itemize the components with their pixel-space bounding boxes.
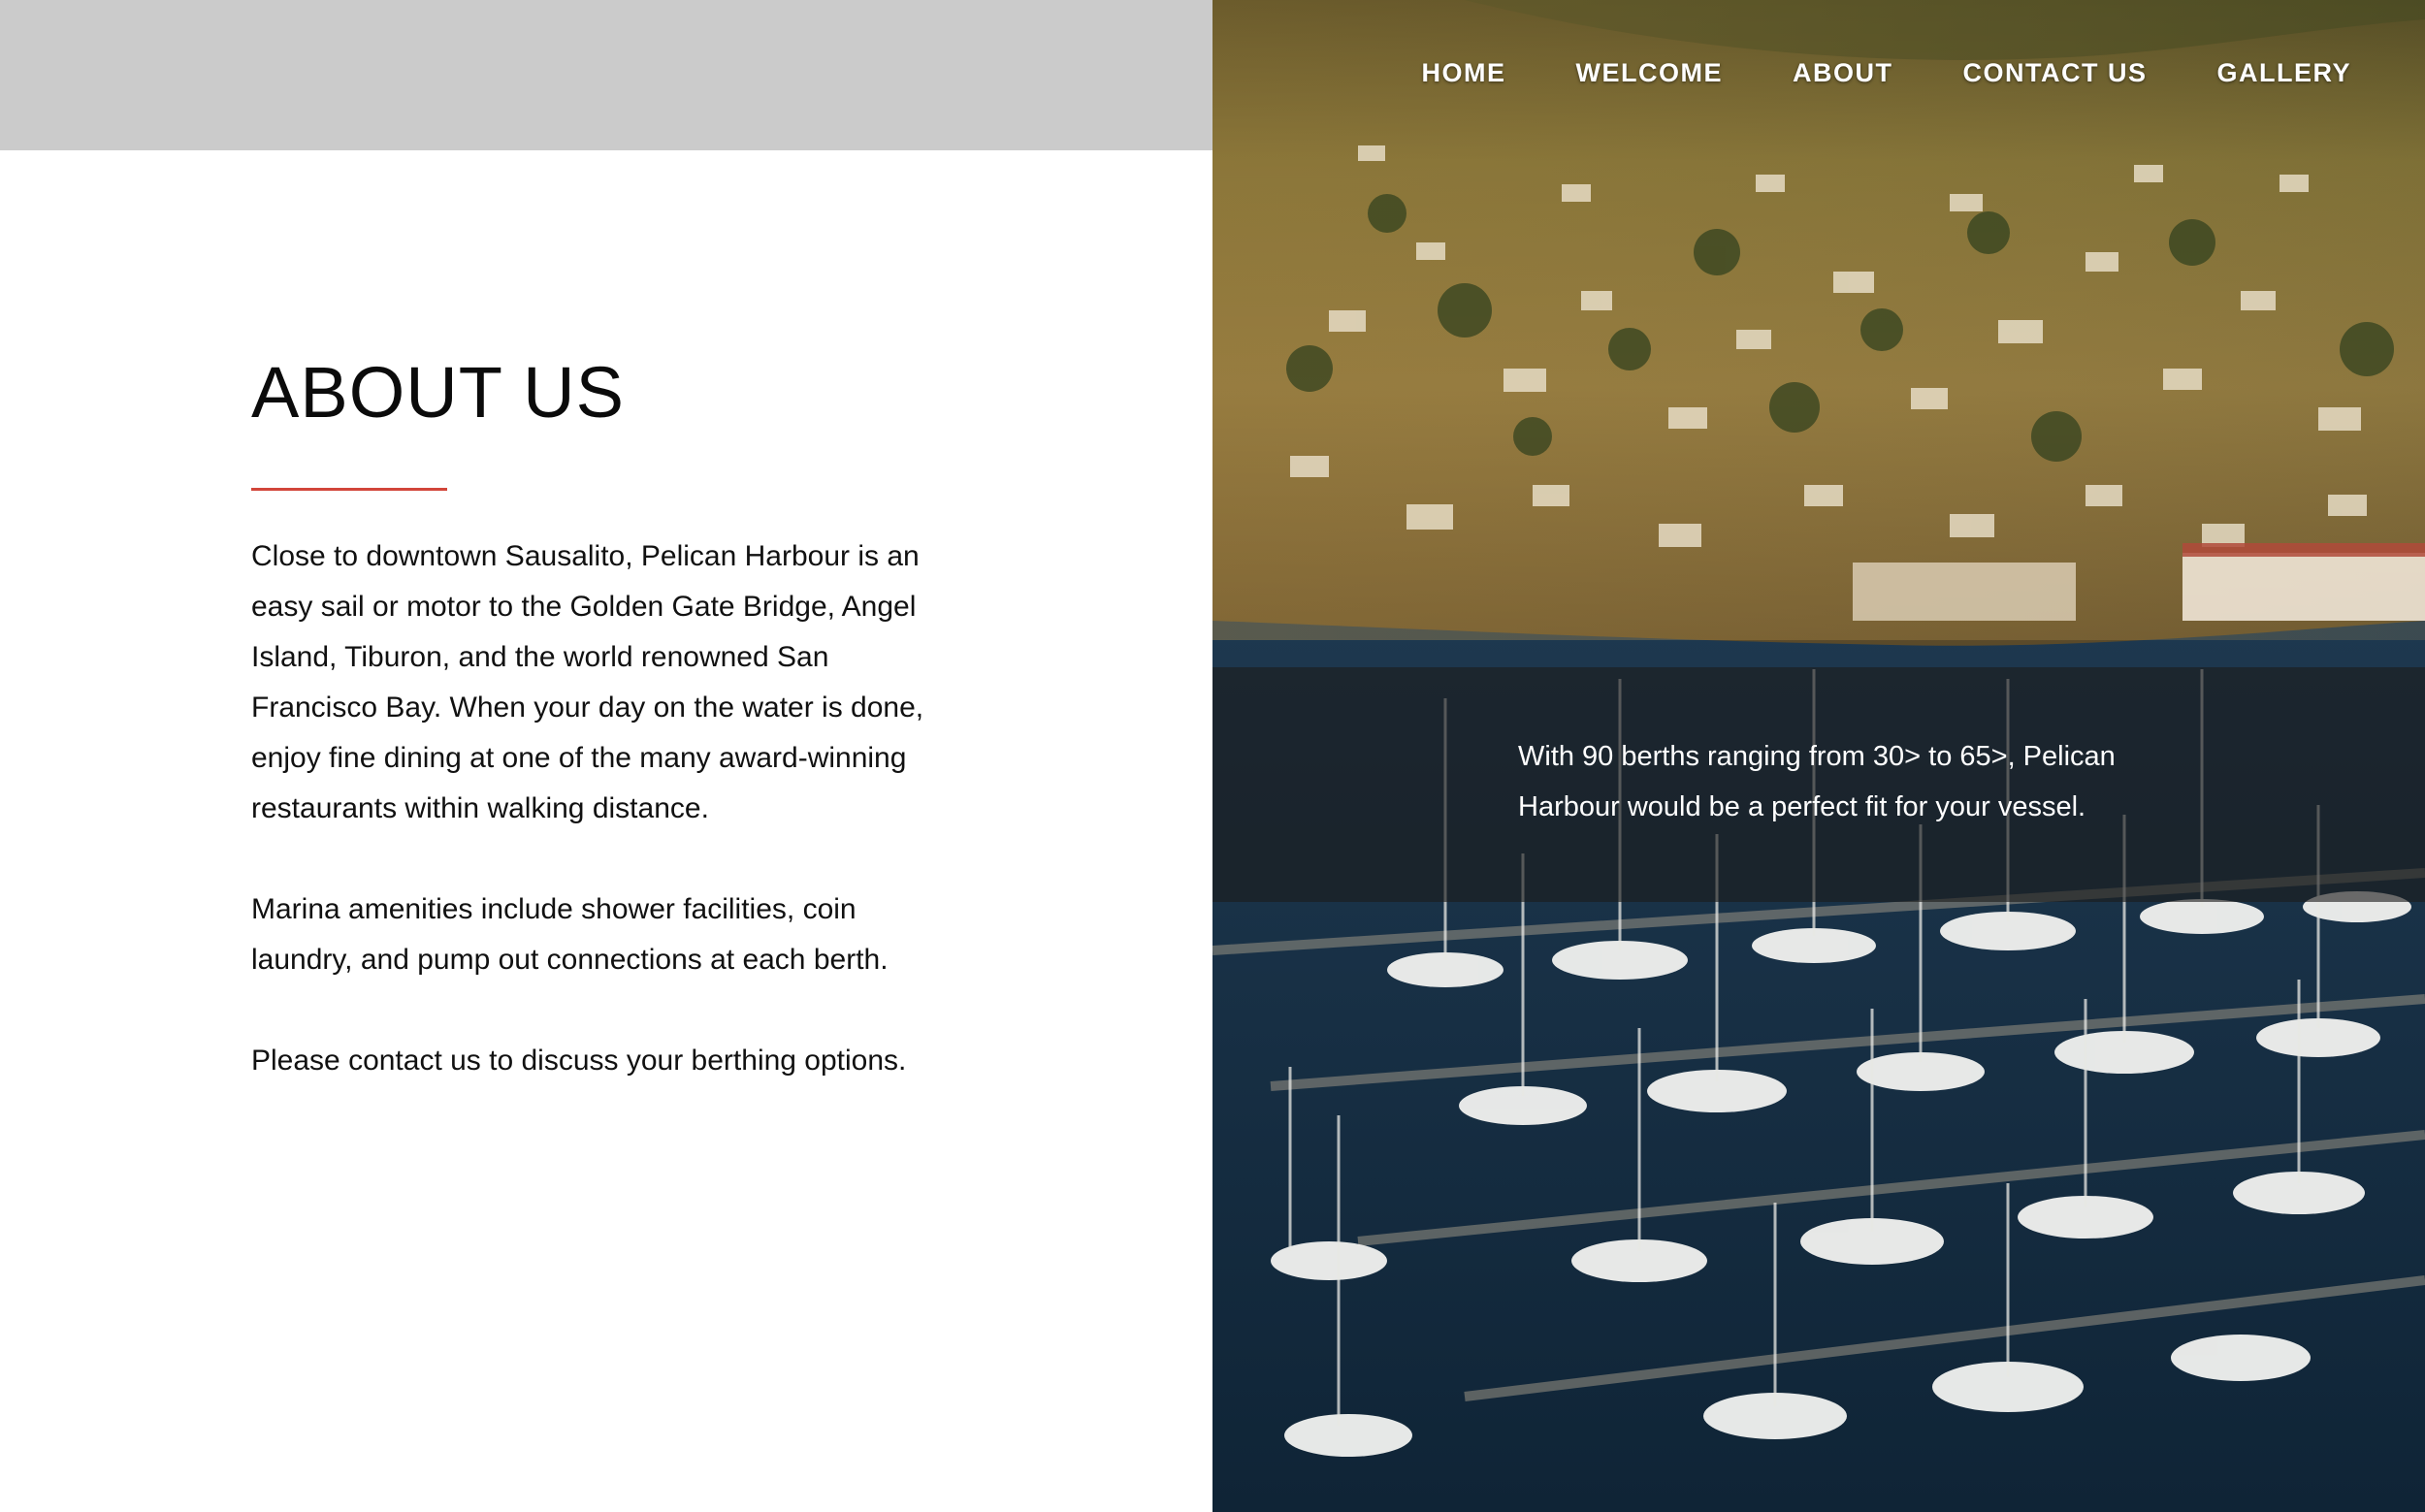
nav-gallery[interactable]: GALLERY (2217, 58, 2352, 88)
berths-caption: With 90 berths ranging from 30> to 65>, … (1518, 741, 2116, 822)
about-body: Close to downtown Sausalito, Pelican Har… (251, 531, 950, 1137)
title-underline (251, 488, 447, 491)
nav-welcome[interactable]: WELCOME (1576, 58, 1724, 88)
nav-about[interactable]: ABOUT (1793, 58, 1893, 88)
main-nav: HOME WELCOME ABOUT CONTACT US GALLERY (1422, 58, 2352, 88)
header-bar (0, 0, 1212, 150)
nav-contact-us[interactable]: CONTACT US (1963, 58, 2148, 88)
about-paragraph: Please contact us to discuss your berthi… (251, 1045, 907, 1077)
about-paragraph: Marina amenities include shower faciliti… (251, 893, 889, 976)
about-panel: ABOUT US Close to downtown Sausalito, Pe… (0, 0, 1212, 1512)
caption-overlay: With 90 berths ranging from 30> to 65>, … (1212, 667, 2425, 902)
about-paragraph: Close to downtown Sausalito, Pelican Har… (251, 540, 924, 824)
page-title: ABOUT US (251, 352, 625, 433)
nav-home[interactable]: HOME (1422, 58, 1506, 88)
